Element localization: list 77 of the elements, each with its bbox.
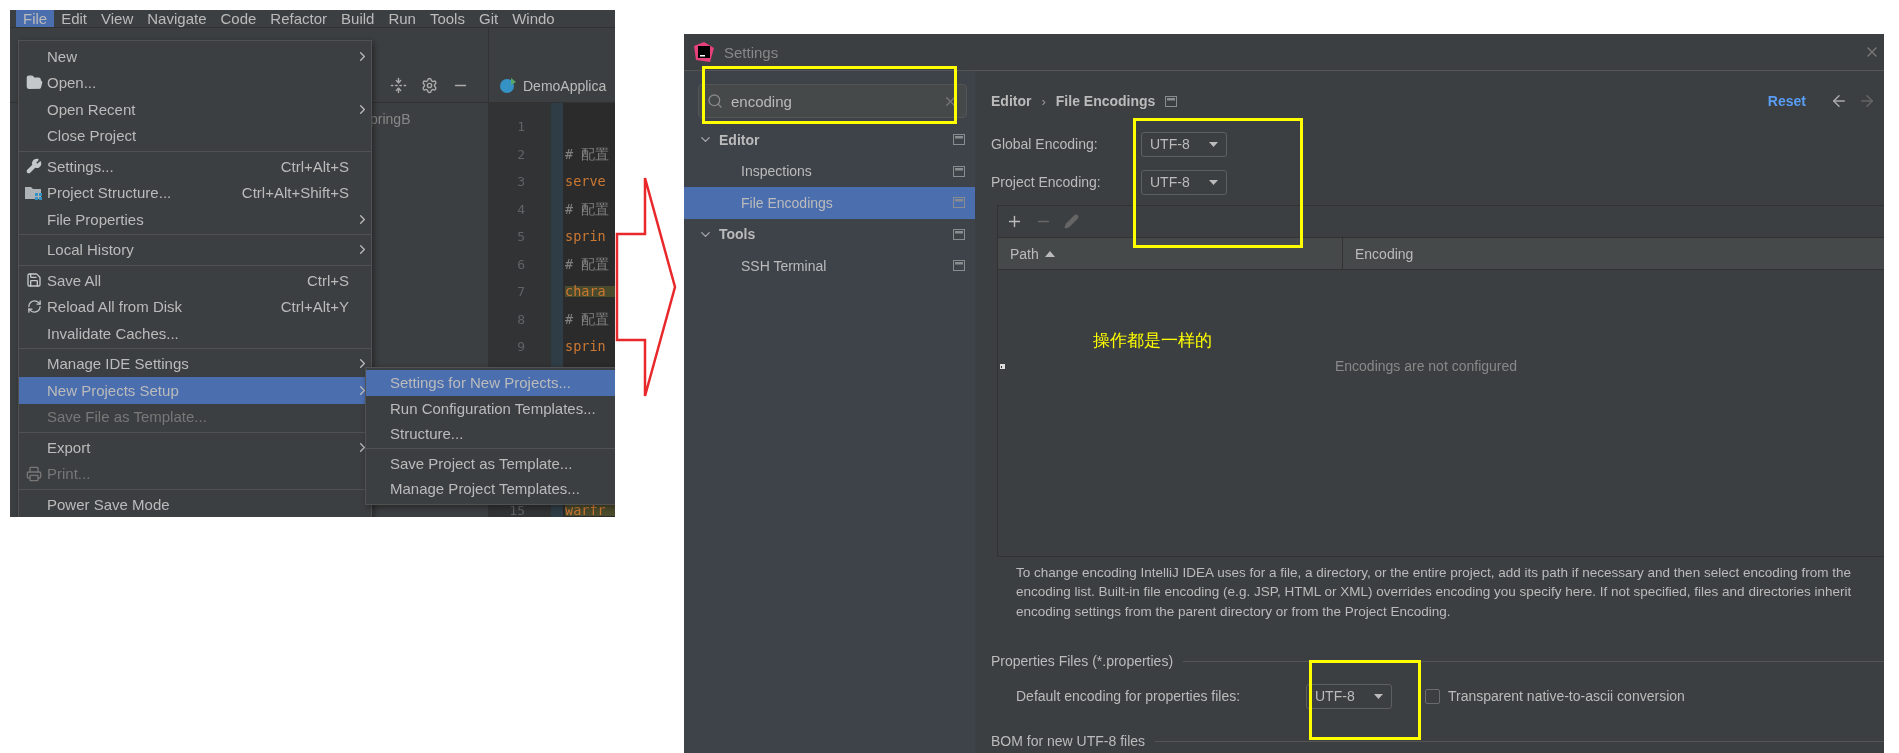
menu-item[interactable]: Save All Ctrl+S [19,267,371,294]
menu-bar-item[interactable]: Navigate [140,10,214,27]
tree-item[interactable]: Tools [684,218,975,250]
search-field[interactable]: encoding [698,84,967,118]
menu-bar-item[interactable]: Edit [54,10,95,27]
section-title: Properties Files (*.properties) [991,653,1174,670]
dropdown-caret-icon [1209,141,1218,147]
annotation-text: 操作都是一样的 [1093,329,1212,352]
breadcrumb-separator: › [1041,93,1046,109]
project-settings-icon [1165,95,1178,107]
project-settings-icon [953,134,965,146]
field-label: Global Encoding: [991,136,1099,152]
menu-bar-item[interactable]: Build [334,10,382,27]
menu-item[interactable]: Open... [19,69,371,96]
menu-item[interactable]: Settings... Ctrl+Alt+S [19,153,371,180]
menu-item[interactable]: Open Recent [19,96,371,123]
checkbox[interactable] [1425,688,1440,704]
printer-icon [26,465,42,482]
menu-bar-item[interactable]: Refactor [263,10,335,27]
code-line: sprin [565,231,607,243]
dropdown-caret-icon [1374,693,1383,699]
code-line: # 配置 [565,148,611,160]
encoding-dropdown[interactable]: UTF-8 [1141,169,1227,195]
wrench-icon [26,158,42,175]
menu-item[interactable]: Close Project [19,122,371,149]
code-line: serve [565,176,607,188]
code-line: # 配置 [565,313,611,325]
breadcrumb: File Encodings [1055,93,1156,109]
collapse-icon[interactable] [390,77,407,94]
small-icon [1000,364,1005,369]
code-line: sprin [565,341,607,353]
add-icon[interactable] [1006,213,1023,230]
tree-item[interactable]: Editor [684,124,975,156]
column-header[interactable]: Encoding [1343,238,1414,269]
menu-bar-item[interactable]: Tools [422,10,472,27]
project-settings-icon [953,165,965,177]
project-structure-icon [25,185,43,201]
code-line: # 配置 [565,258,611,270]
field-label: Project Encoding: [991,174,1102,190]
menu-bar-item[interactable]: Windo [505,10,562,27]
reload-icon [26,299,42,315]
tree-item[interactable]: Inspections [684,155,975,187]
search-icon [707,93,723,109]
menu-item[interactable]: Project Structure... Ctrl+Alt+Shift+S [19,179,371,206]
save-icon [26,272,42,289]
tree-item[interactable]: SSH Terminal [684,250,975,282]
class-icon [499,76,517,95]
reset-link[interactable]: Reset [1767,93,1806,109]
encoding-dropdown[interactable]: UTF-8 [1141,131,1227,157]
folder-icon [25,74,43,92]
column-header[interactable]: Path [998,238,1343,269]
app-logo-icon [694,42,714,62]
menu-item[interactable]: File Properties [19,206,371,233]
project-settings-icon [953,228,965,240]
code-line: # 配置 [565,203,611,215]
editor-tab[interactable]: DemoApplica [489,76,607,95]
help-text: To change encoding IntelliJ IDEA uses for a file, a directory, or the entire project, add its path if necessary and then select encoding from the encoding list. Built-in file encoding (e.g. JSP, HTML or XML) overrides encoding you specify here. If not specified, files and directories inherit encoding settings from the parent directory or from the Project Encoding. [1016,564,1853,621]
menu-bar-item[interactable]: View [94,10,141,27]
project-settings-icon [953,260,965,272]
breadcrumb: Editor [991,93,1032,109]
back-icon[interactable] [1830,92,1848,110]
menu-item[interactable]: New [19,43,371,70]
dropdown-caret-icon [1209,179,1218,185]
project-settings-icon [953,197,965,209]
settings-icon[interactable] [421,77,438,94]
menu-bar-item[interactable]: Git [471,10,506,27]
window-title: Settings [724,43,779,61]
section-title: BOM for new UTF-8 files [991,733,1146,750]
menu-bar-item[interactable]: Run [381,10,423,27]
field-label: Default encoding for properties files: [1016,688,1242,705]
menu-item[interactable]: Local History [19,236,371,263]
menu-bar-item[interactable]: Code [213,10,264,27]
encoding-dropdown[interactable]: UTF-8 [1306,683,1392,709]
menu-item[interactable]: Reload All from Disk Ctrl+Alt+Y [19,293,371,320]
checkbox-label: Transparent native-to-ascii conversion [1448,688,1685,705]
empty-message: Encodings are not configured [1334,358,1518,374]
menu-item[interactable]: Invalidate Caches... [19,320,371,347]
